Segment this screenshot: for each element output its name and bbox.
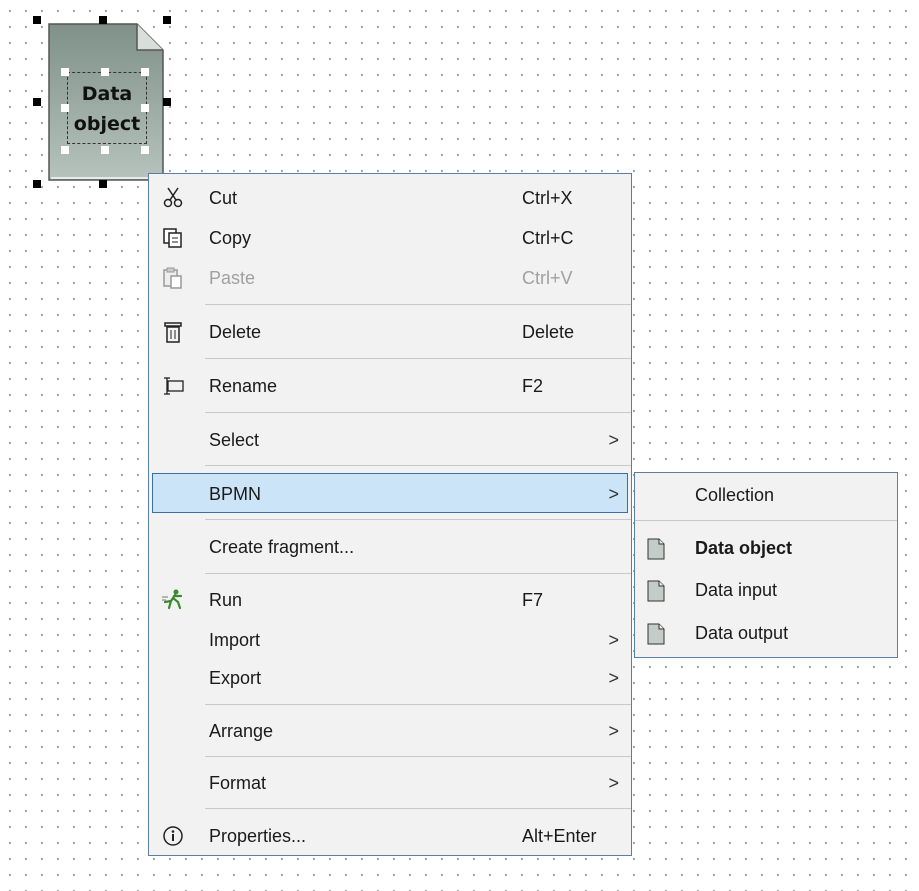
selection-handle-n[interactable] — [99, 16, 107, 24]
info-icon — [161, 824, 185, 848]
selection-handle-w[interactable] — [33, 98, 41, 106]
menu-separator — [205, 704, 631, 705]
menu-item-bpmn[interactable]: BPMN > — [152, 473, 628, 513]
context-menu: Cut Ctrl+X Copy Ctrl+C Paste Ctrl+V Dele… — [148, 173, 632, 856]
menu-item-label: BPMN — [209, 484, 262, 504]
selection-handle-sw[interactable] — [33, 180, 41, 188]
submenu-item-data-input[interactable]: Data input — [635, 570, 897, 610]
shape-label[interactable]: Data object — [67, 72, 147, 144]
menu-separator — [205, 358, 631, 359]
menu-item-import[interactable]: Import > — [149, 620, 631, 660]
selection-handle-ne[interactable] — [163, 16, 171, 24]
chevron-right-icon: > — [608, 630, 619, 650]
submenu-item-label: Data object — [695, 538, 793, 558]
menu-item-copy[interactable]: Copy Ctrl+C — [149, 218, 631, 258]
run-icon — [161, 588, 185, 612]
menu-item-label: Arrange — [209, 721, 274, 741]
submenu-item-label: Data output — [695, 623, 789, 643]
menu-item-label: Properties... — [209, 826, 307, 846]
label-resize-handle[interactable] — [101, 146, 109, 154]
menu-item-label: Rename — [209, 376, 278, 396]
menu-item-label: Delete — [209, 322, 262, 342]
menu-item-export[interactable]: Export > — [149, 658, 631, 698]
shape-label-line1: Data — [81, 83, 133, 105]
menu-item-delete[interactable]: Delete Delete — [149, 312, 631, 352]
selection-handle-e[interactable] — [163, 98, 171, 106]
menu-item-label: Copy — [209, 228, 252, 248]
rename-icon — [161, 374, 185, 398]
menu-item-paste[interactable]: Paste Ctrl+V — [149, 258, 631, 298]
trash-icon — [161, 320, 185, 344]
menu-separator — [205, 756, 631, 757]
data-object-icon — [647, 623, 665, 650]
submenu-item-label: Data input — [695, 580, 778, 600]
menu-separator — [205, 573, 631, 574]
chevron-right-icon: > — [608, 668, 619, 688]
menu-item-label: Select — [209, 430, 260, 450]
menu-item-rename[interactable]: Rename F2 — [149, 366, 631, 406]
submenu-item-data-output[interactable]: Data output — [635, 613, 897, 653]
menu-item-shortcut: Delete — [522, 322, 575, 342]
menu-item-label: Create fragment... — [209, 537, 355, 557]
menu-separator — [635, 520, 897, 521]
menu-item-label: Run — [209, 590, 243, 610]
menu-item-shortcut: Ctrl+V — [522, 268, 573, 288]
menu-separator — [205, 519, 631, 520]
chevron-right-icon: > — [608, 721, 619, 741]
menu-item-cut[interactable]: Cut Ctrl+X — [149, 178, 631, 218]
menu-item-create-fragment[interactable]: Create fragment... — [149, 527, 631, 567]
menu-item-properties[interactable]: Properties... Alt+Enter — [149, 816, 631, 856]
copy-icon — [161, 226, 185, 250]
label-resize-handle[interactable] — [141, 104, 149, 112]
submenu-item-collection[interactable]: Collection — [635, 475, 897, 515]
label-resize-handle[interactable] — [61, 104, 69, 112]
menu-item-label: Format — [209, 773, 267, 793]
chevron-right-icon: > — [608, 430, 619, 450]
bpmn-submenu: Collection Data object Data input Data o… — [634, 472, 898, 658]
menu-item-arrange[interactable]: Arrange > — [149, 711, 631, 751]
menu-item-shortcut: F2 — [522, 376, 544, 396]
submenu-item-label: Collection — [695, 485, 775, 505]
submenu-item-data-object[interactable]: Data object — [635, 528, 897, 568]
menu-separator — [205, 808, 631, 809]
menu-item-run[interactable]: Run F7 — [149, 580, 631, 620]
menu-item-shortcut: Ctrl+C — [522, 228, 574, 248]
menu-separator — [205, 465, 631, 466]
label-resize-handle[interactable] — [61, 68, 69, 76]
menu-item-label: Paste — [209, 268, 256, 288]
menu-item-label: Export — [209, 668, 262, 688]
selection-handle-nw[interactable] — [33, 16, 41, 24]
data-object-icon — [647, 580, 665, 607]
menu-separator — [205, 412, 631, 413]
scissors-icon — [161, 186, 185, 210]
menu-item-shortcut: Ctrl+X — [522, 188, 573, 208]
label-resize-handle[interactable] — [101, 68, 109, 76]
menu-item-label: Cut — [209, 188, 238, 208]
shape-label-line2: object — [73, 113, 141, 135]
menu-item-label: Import — [209, 630, 261, 650]
menu-separator — [205, 304, 631, 305]
label-resize-handle[interactable] — [61, 146, 69, 154]
menu-item-select[interactable]: Select > — [149, 420, 631, 460]
menu-item-shortcut: F7 — [522, 590, 544, 610]
chevron-right-icon: > — [608, 484, 619, 504]
selection-handle-s[interactable] — [99, 180, 107, 188]
paste-icon — [161, 266, 185, 290]
data-object-shape[interactable]: Data object — [45, 20, 165, 183]
chevron-right-icon: > — [608, 773, 619, 793]
data-object-icon — [647, 538, 665, 565]
label-resize-handle[interactable] — [141, 146, 149, 154]
label-resize-handle[interactable] — [141, 68, 149, 76]
menu-item-shortcut: Alt+Enter — [522, 826, 597, 846]
menu-item-format[interactable]: Format > — [149, 763, 631, 803]
